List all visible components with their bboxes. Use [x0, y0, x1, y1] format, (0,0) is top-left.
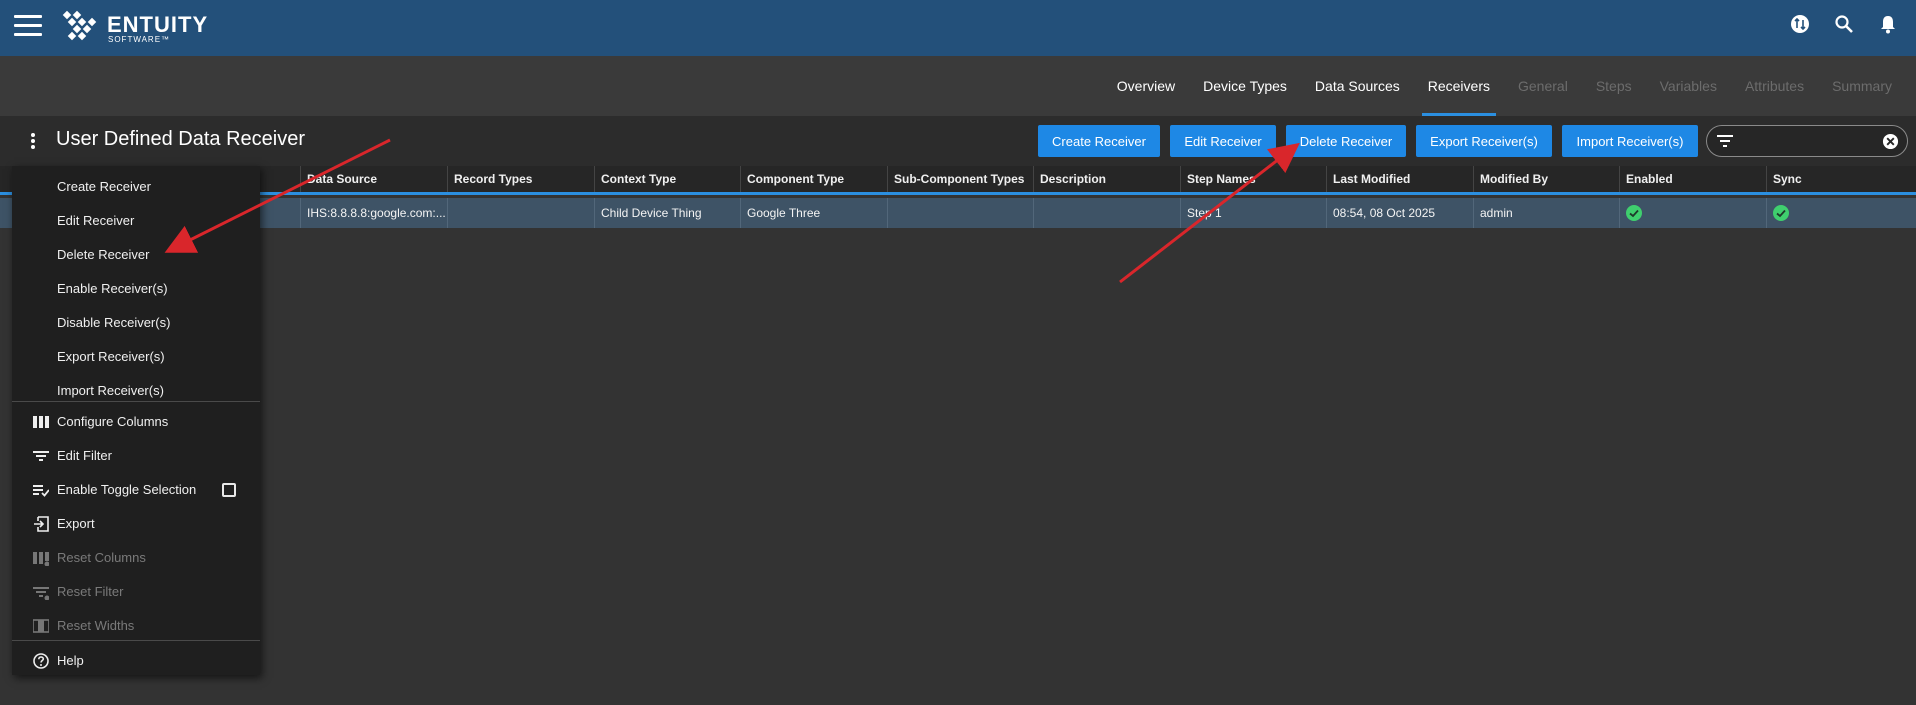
clear-filter-icon[interactable]	[1882, 133, 1899, 150]
menu-item-reset-widths: Reset Widths	[12, 609, 260, 643]
cell-record-types	[447, 198, 594, 228]
sub-navigation: Overview Device Types Data Sources Recei…	[0, 56, 1916, 116]
reset-filter-icon	[33, 587, 49, 600]
help-icon	[33, 653, 49, 669]
column-header-record-types[interactable]: Record Types	[447, 166, 594, 192]
menu-item-create-receiver[interactable]: Create Receiver	[12, 170, 260, 204]
menu-divider	[12, 640, 260, 641]
cell-description	[1033, 198, 1180, 228]
column-header-modified-by[interactable]: Modified By	[1473, 166, 1619, 192]
edit-receiver-button[interactable]: Edit Receiver	[1170, 125, 1276, 157]
menu-item-label: Configure Columns	[57, 414, 169, 429]
menu-item-edit-receiver[interactable]: Edit Receiver	[12, 204, 260, 238]
tab-steps: Steps	[1595, 78, 1632, 94]
menu-item-reset-filter: Reset Filter	[12, 575, 260, 609]
menu-item-label: Enable Toggle Selection	[57, 482, 197, 497]
options-dropdown-menu: Create Receiver Edit Receiver Delete Rec…	[12, 166, 260, 675]
tab-general: General	[1518, 78, 1568, 94]
column-header-sub-component-types[interactable]: Sub-Component Types	[887, 166, 1033, 192]
menu-item-export-receivers[interactable]: Export Receiver(s)	[12, 340, 260, 374]
search-icon[interactable]	[1834, 14, 1854, 34]
menu-item-label: Export	[57, 516, 95, 531]
tab-attributes: Attributes	[1744, 78, 1805, 94]
logo-subtext: SOFTWARE™	[108, 35, 171, 44]
menu-item-enable-receivers[interactable]: Enable Receiver(s)	[12, 272, 260, 306]
delete-receiver-button[interactable]: Delete Receiver	[1286, 125, 1406, 157]
top-header: ENTUITY SOFTWARE™	[0, 0, 1916, 56]
menu-item-disable-receivers[interactable]: Disable Receiver(s)	[12, 306, 260, 340]
column-header-last-modified[interactable]: Last Modified	[1326, 166, 1473, 192]
tab-variables: Variables	[1659, 78, 1717, 94]
toggle-selection-checkbox[interactable]	[222, 483, 236, 497]
menu-item-help[interactable]: Help	[12, 644, 260, 678]
import-receivers-button[interactable]: Import Receiver(s)	[1562, 125, 1698, 157]
entuity-logo: ENTUITY SOFTWARE™	[62, 10, 207, 46]
menu-item-label: Reset Columns	[57, 550, 146, 565]
column-header-description[interactable]: Description	[1033, 166, 1180, 192]
cell-sub-component-types	[887, 198, 1033, 228]
hamburger-menu-icon[interactable]	[14, 15, 42, 37]
filter-input[interactable]	[1706, 125, 1908, 157]
menu-item-edit-filter[interactable]: Edit Filter	[12, 439, 260, 473]
menu-item-import-receivers[interactable]: Import Receiver(s)	[12, 374, 260, 408]
column-header-context-type[interactable]: Context Type	[594, 166, 740, 192]
menu-item-label: Edit Filter	[57, 448, 112, 463]
cell-data-source: IHS:8.8.8.8:google.com:...	[300, 198, 447, 228]
cell-component-type: Google Three	[740, 198, 887, 228]
export-receivers-button[interactable]: Export Receiver(s)	[1416, 125, 1552, 157]
menu-item-export[interactable]: Export	[12, 507, 260, 541]
columns-icon	[33, 416, 49, 428]
menu-item-label: Reset Widths	[57, 618, 135, 633]
tab-overview[interactable]: Overview	[1103, 56, 1189, 116]
column-header-step-names[interactable]: Step Names	[1180, 166, 1326, 192]
more-options-icon[interactable]	[30, 133, 36, 149]
menu-item-label: Help	[57, 653, 84, 668]
tab-summary: Summary	[1832, 78, 1892, 94]
menu-item-delete-receiver[interactable]: Delete Receiver	[12, 238, 260, 272]
column-header-component-type[interactable]: Component Type	[740, 166, 887, 192]
cell-sync	[1766, 198, 1916, 228]
cell-step-names: Step 1	[1180, 198, 1326, 228]
column-header-enabled[interactable]: Enabled	[1619, 166, 1766, 192]
menu-item-reset-columns: Reset Columns	[12, 541, 260, 575]
page-title: User Defined Data Receiver	[56, 128, 305, 150]
context-switch-icon[interactable]	[1790, 14, 1810, 34]
cell-enabled	[1619, 198, 1766, 228]
tab-bar: Overview Device Types Data Sources Recei…	[1103, 56, 1906, 116]
reset-widths-icon	[33, 619, 49, 633]
menu-divider	[12, 401, 260, 402]
create-receiver-button[interactable]: Create Receiver	[1038, 125, 1160, 157]
menu-item-enable-toggle-selection[interactable]: Enable Toggle Selection	[12, 473, 260, 507]
notifications-bell-icon[interactable]	[1878, 14, 1898, 34]
table-header: Data Source Record Types Context Type Co…	[0, 166, 1916, 195]
filter-icon	[1717, 135, 1733, 147]
tab-device-types[interactable]: Device Types	[1189, 56, 1301, 116]
cell-last-modified: 08:54, 08 Oct 2025	[1326, 198, 1473, 228]
page-toolbar: User Defined Data Receiver Create Receiv…	[0, 116, 1916, 166]
table-row[interactable]: IHS:8.8.8.8:google.com:... Child Device …	[0, 198, 1916, 228]
toggle-selection-icon	[33, 485, 49, 497]
column-header-sync[interactable]: Sync	[1766, 166, 1916, 192]
column-header-data-source[interactable]: Data Source	[300, 166, 447, 192]
logo-mark-icon	[62, 10, 97, 41]
enabled-check-icon	[1626, 205, 1642, 221]
sync-check-icon	[1773, 205, 1789, 221]
cell-context-type: Child Device Thing	[594, 198, 740, 228]
menu-item-configure-columns[interactable]: Configure Columns	[12, 405, 260, 439]
tab-receivers[interactable]: Receivers	[1414, 56, 1504, 116]
reset-columns-icon	[33, 552, 49, 566]
menu-item-label: Reset Filter	[57, 584, 124, 599]
cell-modified-by: admin	[1473, 198, 1619, 228]
export-icon	[34, 516, 49, 532]
tab-data-sources[interactable]: Data Sources	[1301, 56, 1414, 116]
filter-icon	[33, 451, 49, 461]
